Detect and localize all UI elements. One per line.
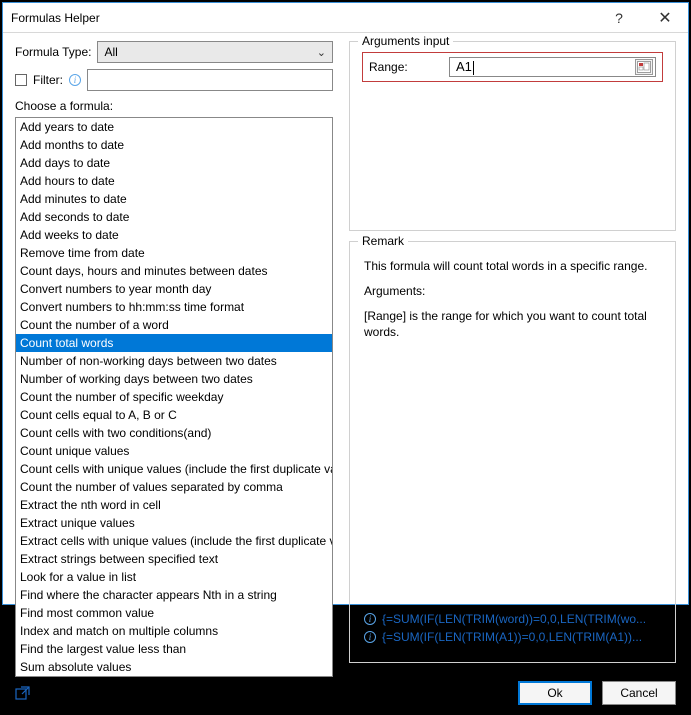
- formula-item[interactable]: Add weeks to date: [16, 226, 332, 244]
- formula-item[interactable]: Extract the nth word in cell: [16, 496, 332, 514]
- choose-formula-label: Choose a formula:: [15, 99, 333, 113]
- formula-item[interactable]: Add seconds to date: [16, 208, 332, 226]
- remark-text: This formula will count total words in a…: [362, 252, 663, 349]
- chevron-down-icon: ⌄: [317, 46, 326, 59]
- formula-type-value: All: [104, 45, 117, 59]
- formula-item[interactable]: Extract strings between specified text: [16, 550, 332, 568]
- info-icon[interactable]: i: [69, 74, 81, 86]
- ok-button[interactable]: Ok: [518, 681, 592, 705]
- formula-type-row: Formula Type: All ⌄: [15, 41, 333, 63]
- formula-item[interactable]: Number of non-working days between two d…: [16, 352, 332, 370]
- formula-item[interactable]: Count total words: [16, 334, 332, 352]
- remark-legend: Remark: [358, 234, 408, 248]
- formula-type-combo[interactable]: All ⌄: [97, 41, 333, 63]
- formula-item[interactable]: Add days to date: [16, 154, 332, 172]
- info-icon: i: [364, 631, 376, 643]
- open-link-icon: [15, 685, 31, 701]
- remark-line1: This formula will count total words in a…: [364, 258, 661, 275]
- formula-item[interactable]: Add minutes to date: [16, 190, 332, 208]
- help-button[interactable]: ?: [596, 3, 642, 33]
- arguments-fieldset: Arguments input Range: A1: [349, 41, 676, 231]
- formula-item[interactable]: Count cells with two conditions(and): [16, 424, 332, 442]
- formula-item[interactable]: Count the number of specific weekday: [16, 388, 332, 406]
- range-picker-button[interactable]: [635, 59, 653, 75]
- button-row: Ok Cancel: [349, 681, 676, 705]
- info-icon: i: [364, 613, 376, 625]
- formula-item[interactable]: Extract cells with unique values (includ…: [16, 532, 332, 550]
- formula-item[interactable]: Number of working days between two dates: [16, 370, 332, 388]
- formula-item[interactable]: Count cells equal to A, B or C: [16, 406, 332, 424]
- close-button[interactable]: ✕: [642, 3, 688, 33]
- filter-label: Filter:: [33, 73, 63, 87]
- formula-item[interactable]: Look for a value in list: [16, 568, 332, 586]
- formula-item[interactable]: Index and match on multiple columns: [16, 622, 332, 640]
- formula-resolved-link[interactable]: i {=SUM(IF(LEN(TRIM(A1))=0,0,LEN(TRIM(A1…: [364, 630, 661, 644]
- range-argument-row: Range: A1: [362, 52, 663, 82]
- formula-type-label: Formula Type:: [15, 45, 91, 59]
- formula-item[interactable]: Extract unique values: [16, 514, 332, 532]
- formula-item[interactable]: Count the number of a word: [16, 316, 332, 334]
- formula-item[interactable]: Count days, hours and minutes between da…: [16, 262, 332, 280]
- window-title: Formulas Helper: [3, 11, 596, 25]
- left-pane: Formula Type: All ⌄ Filter: i Choose a f…: [15, 41, 333, 705]
- formula-template-text: {=SUM(IF(LEN(TRIM(word))=0,0,LEN(TRIM(wo…: [382, 612, 646, 626]
- cancel-button[interactable]: Cancel: [602, 681, 676, 705]
- formula-item[interactable]: Sum absolute values: [16, 658, 332, 676]
- titlebar: Formulas Helper ? ✕: [3, 3, 688, 33]
- remark-fieldset: Remark This formula will count total wor…: [349, 241, 676, 663]
- external-link-icon[interactable]: [15, 685, 333, 705]
- window-body: Formula Type: All ⌄ Filter: i Choose a f…: [3, 33, 688, 715]
- formula-item[interactable]: Add months to date: [16, 136, 332, 154]
- right-pane: Arguments input Range: A1: [349, 41, 676, 705]
- formula-item[interactable]: Count unique values: [16, 442, 332, 460]
- formula-item[interactable]: Count the number of values separated by …: [16, 478, 332, 496]
- formula-item[interactable]: Remove time from date: [16, 244, 332, 262]
- text-cursor: [473, 61, 474, 75]
- formula-item[interactable]: Convert numbers to year month day: [16, 280, 332, 298]
- range-input[interactable]: A1: [449, 57, 656, 77]
- arguments-legend: Arguments input: [358, 34, 453, 48]
- filter-input[interactable]: [87, 69, 333, 91]
- remark-line3: [Range] is the range for which you want …: [364, 308, 661, 342]
- range-picker-icon: [637, 61, 651, 73]
- range-label: Range:: [369, 60, 441, 74]
- formula-item[interactable]: Count cells with unique values (include …: [16, 460, 332, 478]
- formula-template-link[interactable]: i {=SUM(IF(LEN(TRIM(word))=0,0,LEN(TRIM(…: [364, 612, 661, 626]
- formula-item[interactable]: Find where the character appears Nth in …: [16, 586, 332, 604]
- formula-list[interactable]: Add years to dateAdd months to dateAdd d…: [15, 117, 333, 677]
- remark-footer: i {=SUM(IF(LEN(TRIM(word))=0,0,LEN(TRIM(…: [362, 608, 663, 652]
- range-value: A1: [456, 59, 472, 74]
- filter-row: Filter: i: [15, 69, 333, 91]
- formula-resolved-text: {=SUM(IF(LEN(TRIM(A1))=0,0,LEN(TRIM(A1))…: [382, 630, 642, 644]
- formula-item[interactable]: Add years to date: [16, 118, 332, 136]
- formula-item[interactable]: Convert numbers to hh:mm:ss time format: [16, 298, 332, 316]
- formula-item[interactable]: Find the largest value less than: [16, 640, 332, 658]
- formula-item[interactable]: Add hours to date: [16, 172, 332, 190]
- dialog-window: Formulas Helper ? ✕ Formula Type: All ⌄ …: [2, 2, 689, 605]
- filter-checkbox[interactable]: [15, 74, 27, 86]
- remark-line2: Arguments:: [364, 283, 661, 300]
